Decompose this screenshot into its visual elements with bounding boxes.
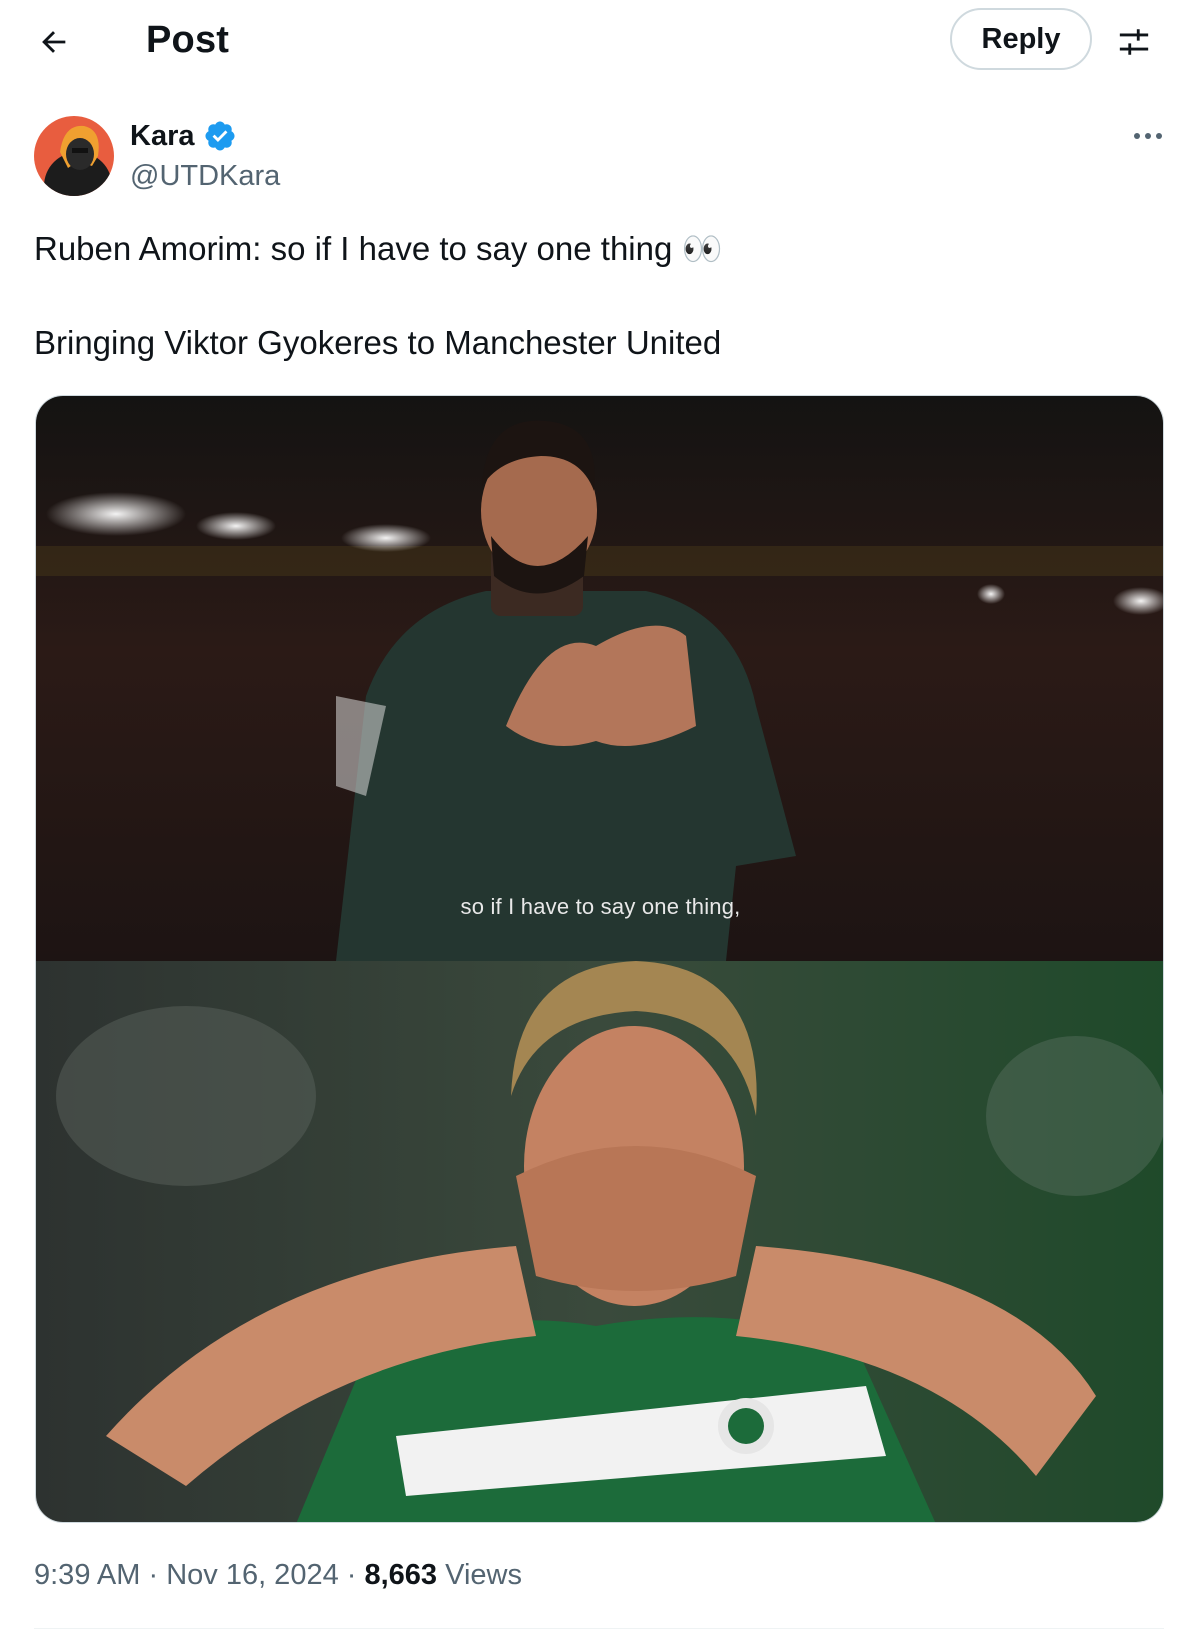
sliders-icon [1119, 29, 1149, 55]
settings-button[interactable] [1110, 18, 1158, 66]
tweet-text-line: Ruben Amorim: so if I have to say one th… [34, 230, 723, 267]
verified-badge-icon [204, 121, 235, 151]
author-handle[interactable]: @UTDKara [130, 158, 280, 194]
tweet-text: Ruben Amorim: so if I have to say one th… [34, 226, 1154, 366]
more-horizontal-icon [1134, 133, 1162, 139]
author-name-text: Kara [130, 120, 195, 152]
tweet-media[interactable]: so if I have to say one thing, [35, 395, 1164, 1523]
tweet-metadata: 9:39 AM · Nov 16, 2024 · 8,663 Views [34, 1555, 522, 1595]
media-caption: so if I have to say one thing, [460, 894, 741, 919]
page-title: Post [146, 19, 230, 61]
meta-separator: · [338, 1559, 365, 1591]
meta-separator: · [140, 1559, 167, 1591]
views-label: Views [445, 1559, 522, 1591]
tweet-time[interactable]: 9:39 AM [34, 1559, 140, 1591]
tweet-text-line: Bringing Viktor Gyokeres to Manchester U… [34, 324, 722, 361]
back-button[interactable] [30, 18, 78, 66]
tweet-date[interactable]: Nov 16, 2024 [166, 1559, 339, 1591]
reply-button[interactable]: Reply [950, 8, 1092, 70]
more-options-button[interactable] [1128, 118, 1168, 154]
views-count[interactable]: 8,663 [364, 1559, 437, 1591]
media-image[interactable] [36, 396, 1164, 1523]
top-bar: Post Reply [0, 0, 1194, 82]
divider [34, 1628, 1164, 1629]
author-avatar[interactable] [34, 116, 114, 196]
author-name[interactable]: Kara [130, 118, 237, 154]
arrow-left-icon [42, 31, 66, 53]
